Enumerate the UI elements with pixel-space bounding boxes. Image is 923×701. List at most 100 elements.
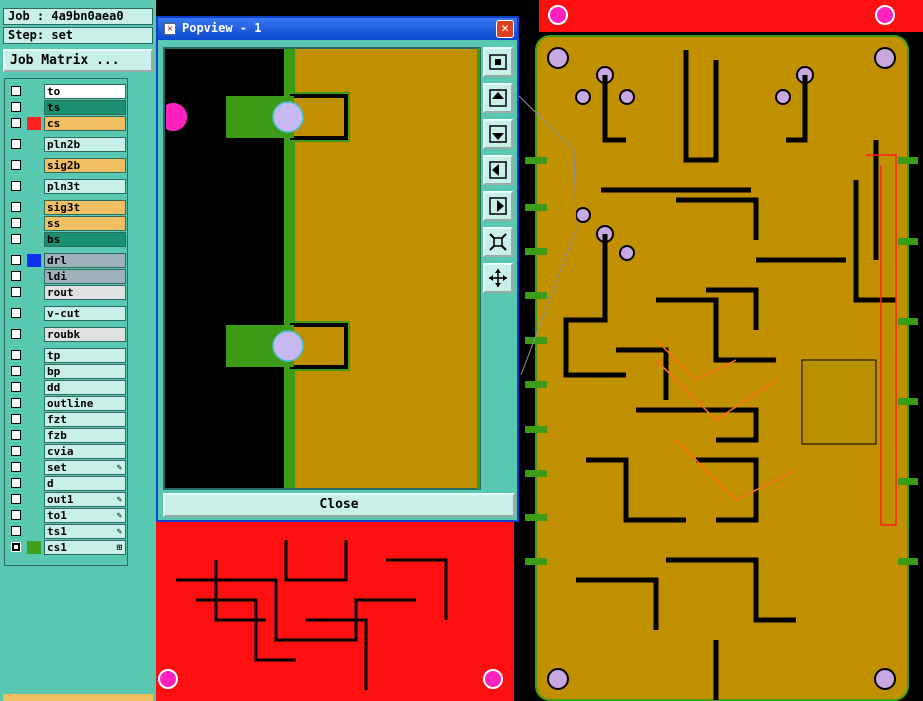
- layer-row-pln3t[interactable]: pln3t: [8, 179, 126, 194]
- layer-row-sig2b[interactable]: sig2b: [8, 158, 126, 173]
- layer-name-label[interactable]: to: [44, 84, 126, 99]
- layer-checkbox[interactable]: [11, 366, 21, 376]
- zoom-in-icon[interactable]: [483, 227, 513, 257]
- layer-checkbox[interactable]: [11, 102, 21, 112]
- layer-row-v-cut[interactable]: v-cut: [8, 306, 126, 321]
- layer-row-fzb[interactable]: fzb: [8, 428, 126, 443]
- layer-checkbox[interactable]: [11, 414, 21, 424]
- layer-row-outline[interactable]: outline: [8, 396, 126, 411]
- layer-checkbox[interactable]: [11, 308, 21, 318]
- layer-name-label[interactable]: fzt: [44, 412, 126, 427]
- layer-color-swatch: [27, 541, 41, 554]
- layer-name-label[interactable]: pln3t: [44, 179, 126, 194]
- layer-name-label[interactable]: fzb: [44, 428, 126, 443]
- layer-row-cvia[interactable]: cvia: [8, 444, 126, 459]
- layer-row-cs[interactable]: cs: [8, 116, 126, 131]
- layer-row-ss[interactable]: ss: [8, 216, 126, 231]
- layer-checkbox[interactable]: [11, 271, 21, 281]
- layer-checkbox[interactable]: [11, 234, 21, 244]
- layer-name-label[interactable]: cs: [44, 116, 126, 131]
- layer-checkbox[interactable]: [11, 542, 21, 552]
- layer-row-to1[interactable]: to1 ✎: [8, 508, 126, 523]
- layer-name-label[interactable]: rout: [44, 285, 126, 300]
- layer-name-label[interactable]: outline: [44, 396, 126, 411]
- layer-checkbox[interactable]: [11, 118, 21, 128]
- popview-toolbar: [483, 47, 515, 488]
- layer-edit-icon: ✎: [116, 511, 122, 521]
- pan-left-icon[interactable]: [483, 155, 513, 185]
- layer-row-pln2b[interactable]: pln2b: [8, 137, 126, 152]
- layer-checkbox[interactable]: [11, 160, 21, 170]
- zoom-fit-icon[interactable]: [483, 47, 513, 77]
- layer-row-ts1[interactable]: ts1 ✎: [8, 524, 126, 539]
- layer-panel: Job : 4a9bn0aea0 Step: set Job Matrix ..…: [0, 0, 156, 701]
- layer-name-label[interactable]: cs1 ⊞: [44, 540, 126, 555]
- layer-row-tp[interactable]: tp: [8, 348, 126, 363]
- layer-name-label[interactable]: set ✎: [44, 460, 126, 475]
- layer-name-label[interactable]: sig3t: [44, 200, 126, 215]
- layer-row-bp[interactable]: bp: [8, 364, 126, 379]
- layer-checkbox[interactable]: [11, 446, 21, 456]
- layer-row-set[interactable]: set ✎: [8, 460, 126, 475]
- popview-window: ✕ Popview - 1 ✕ Close: [156, 16, 519, 522]
- layer-row-ldi[interactable]: ldi: [8, 269, 126, 284]
- pan-up-icon[interactable]: [483, 83, 513, 113]
- layer-row-dd[interactable]: dd: [8, 380, 126, 395]
- layer-row-drl[interactable]: drl: [8, 253, 126, 268]
- layer-checkbox[interactable]: [11, 350, 21, 360]
- layer-checkbox[interactable]: [11, 462, 21, 472]
- layer-row-d[interactable]: d: [8, 476, 126, 491]
- layer-name-label[interactable]: sig2b: [44, 158, 126, 173]
- layer-checkbox[interactable]: [11, 478, 21, 488]
- layer-row-cs1[interactable]: cs1 ⊞: [8, 540, 126, 555]
- layer-checkbox[interactable]: [11, 526, 21, 536]
- layer-name-label[interactable]: tp: [44, 348, 126, 363]
- layer-name-label[interactable]: v-cut: [44, 306, 126, 321]
- job-matrix-button[interactable]: Job Matrix ...: [3, 49, 153, 72]
- layer-row-fzt[interactable]: fzt: [8, 412, 126, 427]
- layer-name-label[interactable]: ts: [44, 100, 126, 115]
- layer-name-label[interactable]: roubk: [44, 327, 126, 342]
- layer-checkbox[interactable]: [11, 139, 21, 149]
- layer-row-sig3t[interactable]: sig3t: [8, 200, 126, 215]
- layer-checkbox[interactable]: [11, 202, 21, 212]
- zoom-out-icon[interactable]: [483, 263, 513, 293]
- layer-name-label[interactable]: ldi: [44, 269, 126, 284]
- layer-name-label[interactable]: bs: [44, 232, 126, 247]
- close-button[interactable]: Close: [163, 493, 515, 517]
- layer-name-label[interactable]: bp: [44, 364, 126, 379]
- layer-name-label[interactable]: dd: [44, 380, 126, 395]
- layer-name-label[interactable]: cvia: [44, 444, 126, 459]
- layer-row-out1[interactable]: out1 ✎: [8, 492, 126, 507]
- layer-checkbox[interactable]: [11, 398, 21, 408]
- layer-row-bs[interactable]: bs: [8, 232, 126, 247]
- layer-checkbox[interactable]: [11, 430, 21, 440]
- layer-row-to[interactable]: to: [8, 84, 126, 99]
- popview-titlebar[interactable]: ✕ Popview - 1 ✕: [158, 18, 517, 40]
- layer-checkbox[interactable]: [11, 329, 21, 339]
- layer-name-label[interactable]: d: [44, 476, 126, 491]
- layer-checkbox[interactable]: [11, 287, 21, 297]
- popview-canvas[interactable]: [163, 47, 481, 490]
- layer-name-label[interactable]: to1 ✎: [44, 508, 126, 523]
- layer-name-label[interactable]: drl: [44, 253, 126, 268]
- layer-list: to ts cs pln2b sig2b pln3t sig3t ss bs drl ldi rout…: [4, 78, 128, 566]
- layer-checkbox[interactable]: [11, 86, 21, 96]
- pan-down-icon[interactable]: [483, 119, 513, 149]
- layer-name-label[interactable]: ss: [44, 216, 126, 231]
- layer-row-rout[interactable]: rout: [8, 285, 126, 300]
- layer-checkbox[interactable]: [11, 181, 21, 191]
- step-name-field: Step: set: [3, 27, 153, 44]
- window-close-icon[interactable]: ✕: [496, 20, 514, 38]
- pan-right-icon[interactable]: [483, 191, 513, 221]
- layer-checkbox[interactable]: [11, 494, 21, 504]
- layer-checkbox[interactable]: [11, 255, 21, 265]
- layer-row-ts[interactable]: ts: [8, 100, 126, 115]
- layer-name-label[interactable]: pln2b: [44, 137, 126, 152]
- layer-name-label[interactable]: out1 ✎: [44, 492, 126, 507]
- layer-name-label[interactable]: ts1 ✎: [44, 524, 126, 539]
- layer-row-roubk[interactable]: roubk: [8, 327, 126, 342]
- layer-checkbox[interactable]: [11, 510, 21, 520]
- layer-checkbox[interactable]: [11, 382, 21, 392]
- layer-checkbox[interactable]: [11, 218, 21, 228]
